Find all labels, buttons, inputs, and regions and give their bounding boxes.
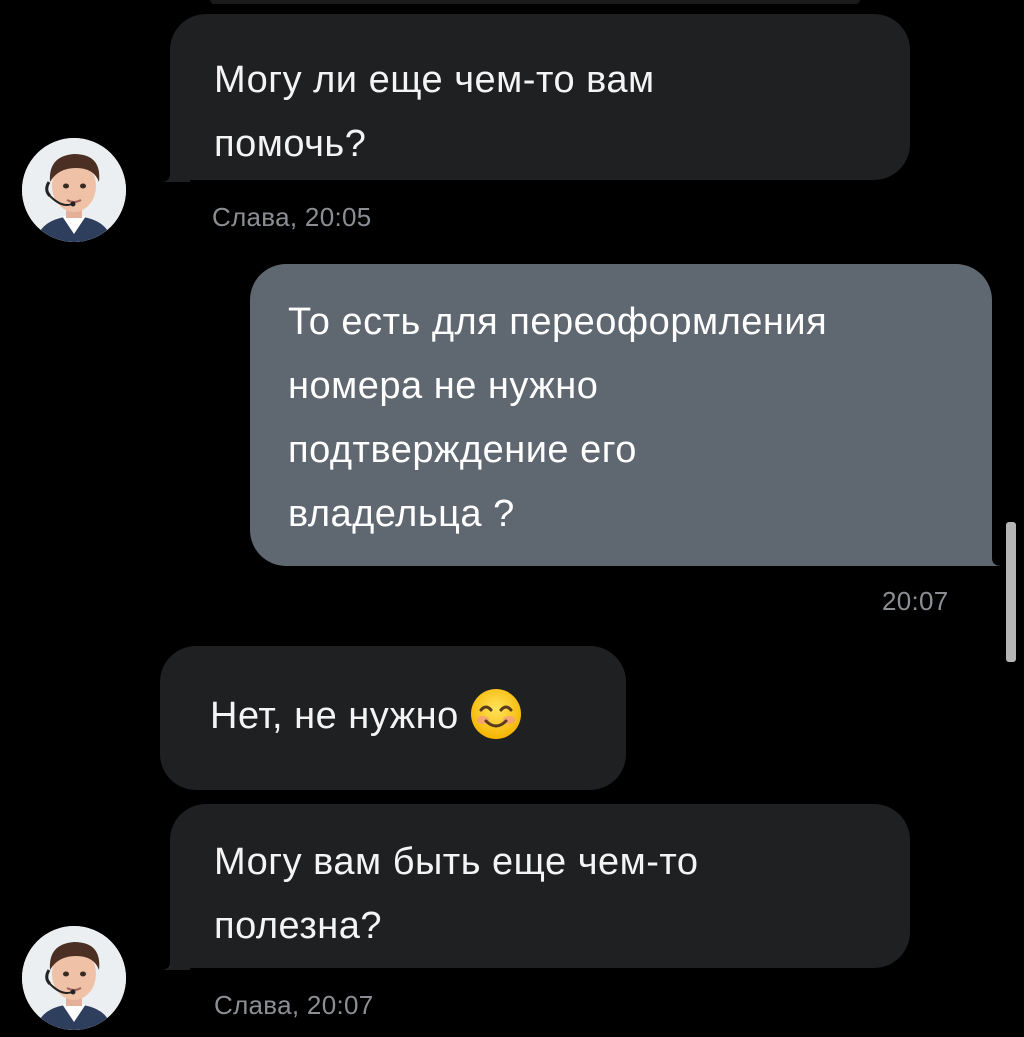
message-text: Нет, не нужно <box>210 695 459 737</box>
message-text-line: подтверждение его <box>288 429 637 471</box>
bubble-tail <box>972 536 1002 566</box>
smiling-face-icon <box>469 687 523 741</box>
bubble-tail <box>160 940 190 970</box>
message-text-line: полезна? <box>214 905 383 947</box>
operator-avatar-image <box>22 138 126 242</box>
message-text-line: Могу ли еще чем-то вам <box>214 59 655 101</box>
previous-message-edge <box>210 0 860 4</box>
message-meta: Слава, 20:05 <box>212 202 372 232</box>
chat-thread: Могу ли еще чем-то вам помочь? Слава, 20… <box>0 0 1024 1037</box>
scrollbar-thumb[interactable] <box>1006 522 1016 662</box>
message-text-line: номера не нужно <box>288 365 599 407</box>
message-meta: Слава, 20:07 <box>214 990 374 1020</box>
message-bubble-incoming[interactable]: Могу вам быть еще чем-то полезна? <box>170 804 910 968</box>
message-text-line: То есть для переоформления <box>288 301 828 343</box>
bubble-tail <box>160 152 190 182</box>
message-text-line: Могу вам быть еще чем-то <box>214 841 699 883</box>
operator-avatar[interactable] <box>22 138 126 242</box>
message-text-line: владельца ? <box>288 493 515 535</box>
message-bubble-outgoing[interactable]: То есть для переоформления номера не нуж… <box>250 264 992 566</box>
message-text-line: помочь? <box>214 123 367 165</box>
message-bubble-incoming[interactable]: Нет, не нужно <box>160 646 626 790</box>
message-bubble-incoming[interactable]: Могу ли еще чем-то вам помочь? <box>170 14 910 180</box>
operator-avatar-image <box>22 926 126 1030</box>
operator-avatar[interactable] <box>22 926 126 1030</box>
message-meta: 20:07 <box>882 586 949 616</box>
